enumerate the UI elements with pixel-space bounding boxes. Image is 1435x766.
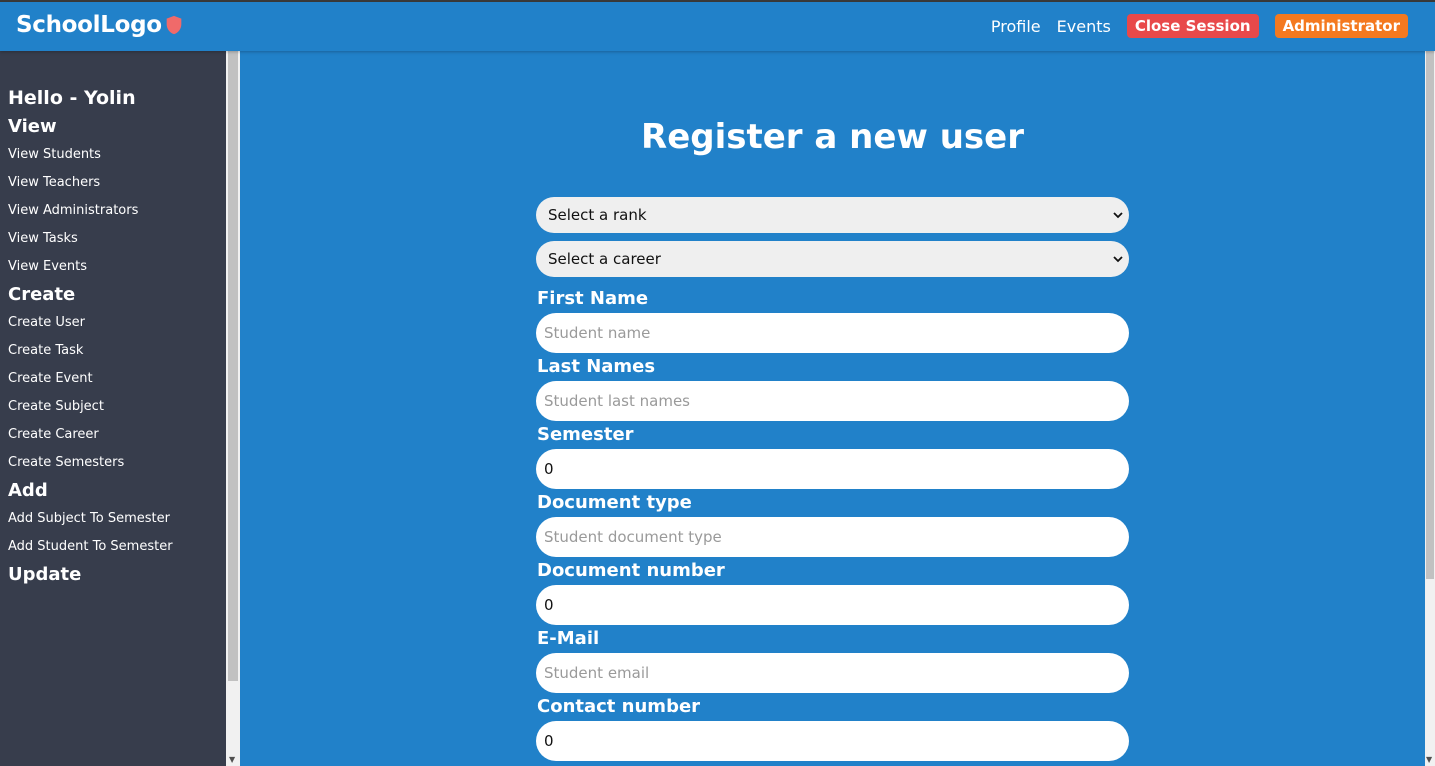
sidebar-item-add-student-to-semester[interactable]: Add Student To Semester <box>0 533 226 561</box>
career-select[interactable]: Select a career <box>536 241 1129 277</box>
sidebar-item-create-semesters[interactable]: Create Semesters <box>0 449 226 477</box>
sidebar-scrollbar[interactable]: ▼ <box>226 51 240 766</box>
sidebar-item-create-user[interactable]: Create User <box>0 309 226 337</box>
sidebar-item-create-event[interactable]: Create Event <box>0 365 226 393</box>
document-number-input[interactable]: 0 <box>536 585 1129 625</box>
sidebar-section-add: Add <box>8 480 48 501</box>
main-content: Register a new user Select a rank Select… <box>240 51 1425 766</box>
sidebar-item-view-events[interactable]: View Events <box>0 253 226 281</box>
top-nav: Profile Events Close Session Administrat… <box>991 14 1408 38</box>
last-names-label: Last Names <box>537 356 656 377</box>
last-names-input[interactable]: Student last names <box>536 381 1129 421</box>
scroll-down-arrow-icon[interactable]: ▼ <box>1426 755 1432 764</box>
first-name-input[interactable]: Student name <box>536 313 1129 353</box>
sidebar-item-view-tasks[interactable]: View Tasks <box>0 225 226 253</box>
contact-number-input[interactable]: 0 <box>536 721 1129 761</box>
logo-text: SchoolLogo <box>16 12 162 38</box>
sidebar-item-create-task[interactable]: Create Task <box>0 337 226 365</box>
email-label: E-Mail <box>537 628 600 649</box>
sidebar-item-create-subject[interactable]: Create Subject <box>0 393 226 421</box>
first-name-label: First Name <box>537 288 649 309</box>
semester-label: Semester <box>537 424 634 445</box>
sidebar: Hello - Yolin View View Students View Te… <box>0 51 226 766</box>
sidebar-section-create: Create <box>8 284 76 305</box>
rank-select-value: Select a rank <box>548 206 647 224</box>
profile-link[interactable]: Profile <box>991 17 1041 36</box>
sidebar-item-view-administrators[interactable]: View Administrators <box>0 197 226 225</box>
chevron-down-icon <box>1113 256 1123 263</box>
sidebar-item-create-career[interactable]: Create Career <box>0 421 226 449</box>
sidebar-scrollbar-thumb[interactable] <box>228 51 238 681</box>
semester-input[interactable]: 0 <box>536 449 1129 489</box>
close-session-button[interactable]: Close Session <box>1126 14 1259 38</box>
career-select-value: Select a career <box>548 250 661 268</box>
chevron-down-icon <box>1113 212 1123 219</box>
sidebar-item-add-subject-to-semester[interactable]: Add Subject To Semester <box>0 505 226 533</box>
scroll-down-arrow-icon[interactable]: ▼ <box>229 755 235 764</box>
top-navbar: SchoolLogo Profile Events Close Session … <box>0 2 1435 51</box>
document-type-label: Document type <box>537 492 692 513</box>
main-scrollbar[interactable]: ▼ <box>1425 51 1435 766</box>
contact-number-label: Contact number <box>537 696 701 717</box>
events-link[interactable]: Events <box>1057 17 1111 36</box>
email-input[interactable]: Student email <box>536 653 1129 693</box>
school-logo[interactable]: SchoolLogo <box>16 12 185 38</box>
main-scrollbar-thumb[interactable] <box>1426 51 1434 579</box>
sidebar-item-view-students[interactable]: View Students <box>0 141 226 169</box>
sidebar-section-update: Update <box>8 564 82 585</box>
shield-icon <box>166 15 182 35</box>
rank-select[interactable]: Select a rank <box>536 197 1129 233</box>
page-title: Register a new user <box>641 117 1024 157</box>
administrator-button[interactable]: Administrator <box>1274 14 1408 38</box>
document-number-label: Document number <box>537 560 725 581</box>
sidebar-item-view-teachers[interactable]: View Teachers <box>0 169 226 197</box>
sidebar-greeting: Hello - Yolin <box>8 87 136 109</box>
document-type-input[interactable]: Student document type <box>536 517 1129 557</box>
sidebar-section-view: View <box>8 116 57 137</box>
